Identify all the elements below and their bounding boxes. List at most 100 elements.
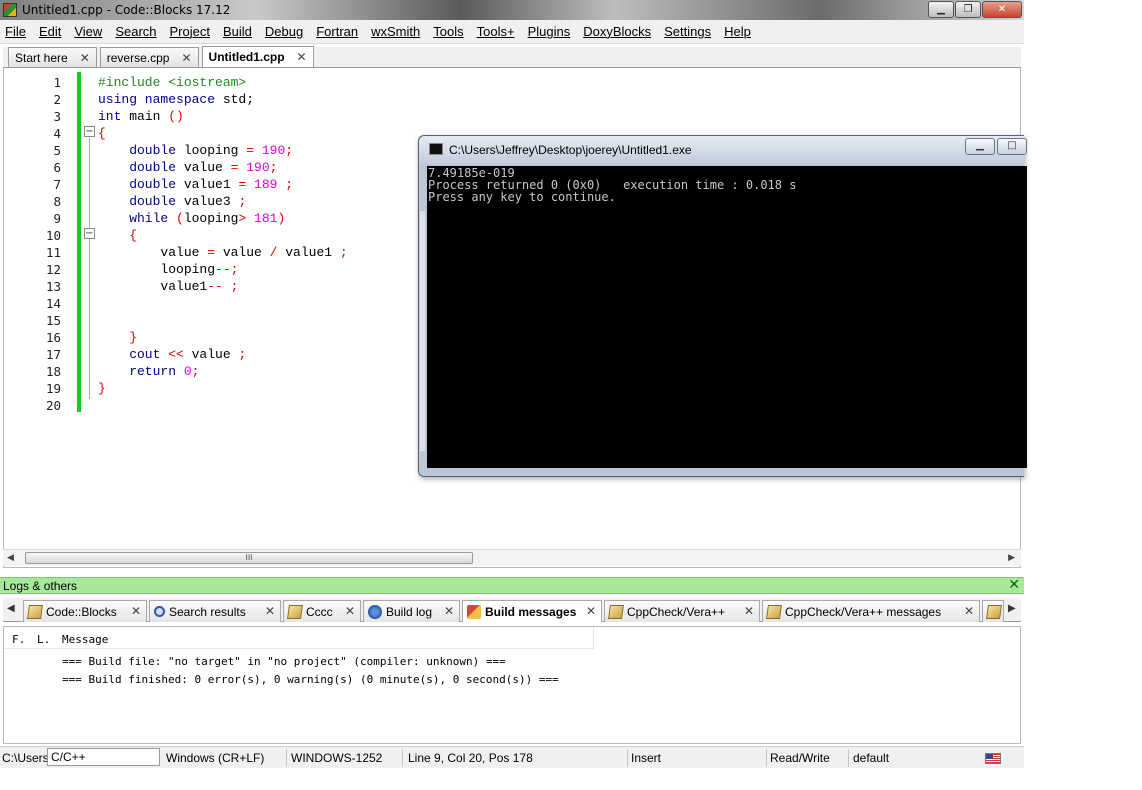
console-window-controls: ▁ □ [965,138,1027,155]
fold-collapse-icon[interactable]: − [84,228,95,239]
tab-close-icon[interactable]: ✕ [265,604,275,618]
code-line[interactable]: value = value / value1 ; [98,244,347,261]
code-line[interactable]: int main () [98,108,348,125]
log-tab-search-results[interactable]: Search results ✕ [149,600,281,622]
code-token: double [98,143,184,158]
code-line[interactable]: #include <iostream> [98,74,348,91]
tab-reverse-cpp[interactable]: reverse.cpp ✕ [99,47,199,67]
minimize-button[interactable]: ▁ [928,1,954,18]
gear-icon [368,604,382,619]
menu-search[interactable]: Search [115,24,156,39]
log-tab-cppcheck-vera[interactable]: CppCheck/Vera++ ✕ [604,600,760,622]
code-line[interactable]: while (looping> 181) [98,210,348,227]
fold-collapse-icon[interactable]: − [84,126,95,137]
code-line[interactable]: cout << value ; [98,346,348,363]
code-line[interactable]: double looping = 190; [98,142,348,159]
tab-start-here[interactable]: Start here ✕ [8,47,97,67]
menu-file[interactable]: File [5,24,26,39]
tab-close-icon[interactable]: ✕ [964,604,974,618]
log-tab-build-log[interactable]: Build log ✕ [363,600,460,622]
menu-debug[interactable]: Debug [265,24,303,39]
code-line[interactable]: double value1 = 189 ; [98,176,348,193]
tab-close-icon[interactable]: ✕ [744,604,754,618]
menu-fortran[interactable]: Fortran [316,24,358,39]
tab-close-icon[interactable]: ✕ [444,604,454,618]
keyboard-layout-flag-icon[interactable] [985,753,1001,764]
logs-close-icon[interactable]: ✕ [1008,577,1020,593]
menu-build[interactable]: Build [223,24,252,39]
code-line[interactable]: } [98,380,348,397]
code-line[interactable]: } [98,329,348,346]
tab-close-icon[interactable]: ✕ [586,604,596,618]
maximize-button[interactable]: ❐ [955,1,981,18]
line-number: 3 [53,109,61,124]
console-title-bar[interactable]: C:\Users\Jeffrey\Desktop\joerey\Untitled… [419,136,1027,164]
log-tab-build-messages[interactable]: Build messages ✕ [462,600,602,622]
scroll-right-icon[interactable]: ▶ [1008,553,1015,563]
close-button[interactable]: ✕ [982,1,1022,18]
code-line[interactable] [98,295,348,312]
code-line[interactable] [98,312,348,329]
menu-tools[interactable]: Tools [433,24,463,39]
console-output-area[interactable]: 7.49185e-019 Process returned 0 (0x0) ex… [427,166,1027,468]
code-line[interactable]: using namespace std; [98,91,348,108]
code-line[interactable]: double value3 ; [98,193,348,210]
code-token: 190 [261,143,286,158]
column-header-line[interactable]: L. [37,633,50,646]
line-number: 5 [53,143,61,158]
column-header-file[interactable]: F. [12,633,25,646]
code-line[interactable]: looping--; [98,261,348,278]
note-icon [608,604,624,619]
window-title: Untitled1.cpp - Code::Blocks 17.12 [22,3,231,17]
menu-help[interactable]: Help [724,24,751,39]
code-line[interactable]: double value = 190; [98,159,348,176]
language-selector[interactable]: C/C++ [47,748,160,766]
menu-view[interactable]: View [74,24,102,39]
tab-close-icon[interactable]: ✕ [80,51,90,65]
column-header-message[interactable]: Message [62,633,108,646]
tab-close-icon[interactable]: ✕ [297,50,307,64]
console-maximize-button[interactable]: □ [997,138,1027,155]
codeblocks-app-icon[interactable] [3,3,17,17]
log-tab-overflow[interactable] [982,600,1004,622]
tab-close-icon[interactable]: ✕ [181,51,191,65]
code-line[interactable]: { [98,125,348,142]
code-line[interactable]: { [98,227,348,244]
code-line[interactable] [98,397,348,414]
log-tab-codeblocks[interactable]: Code::Blocks ✕ [23,600,147,622]
log-message-row[interactable]: === Build file: "no target" in "no proje… [62,655,506,668]
scroll-left-icon[interactable]: ◀ [7,553,14,563]
line-number: 14 [45,296,61,311]
editor-horizontal-scrollbar[interactable]: ◀ III ▶ [3,549,1021,566]
code-token: double [98,177,184,192]
line-number: 11 [45,245,61,260]
tab-close-icon[interactable]: ✕ [345,604,355,618]
code-text[interactable]: #include <iostream> using namespace std; i… [98,74,348,414]
menu-plugins[interactable]: Plugins [528,24,571,39]
menu-doxyblocks[interactable]: DoxyBlocks [583,24,651,39]
menu-wxsmith[interactable]: wxSmith [371,24,420,39]
menu-settings[interactable]: Settings [664,24,711,39]
console-minimize-button[interactable]: ▁ [965,138,995,155]
log-tab-label: Search results [169,604,246,619]
status-line-endings: Windows (CR+LF) [166,751,265,765]
menu-edit[interactable]: Edit [39,24,61,39]
log-message-row[interactable]: === Build finished: 0 error(s), 0 warnin… [62,673,559,686]
menu-tools-plus[interactable]: Tools+ [477,24,515,39]
console-window[interactable]: C:\Users\Jeffrey\Desktop\joerey\Untitled… [418,135,1027,477]
menu-project[interactable]: Project [170,24,210,39]
tab-close-icon[interactable]: ✕ [131,604,141,618]
log-tab-cppcheck-vera-messages[interactable]: CppCheck/Vera++ messages ✕ [762,600,980,622]
logs-tabs-right-icon[interactable]: ▶ [1008,603,1016,614]
code-token: / [269,245,286,260]
logs-panel-title: Logs & others [3,579,78,593]
scrollbar-thumb[interactable]: III [25,552,473,564]
code-line[interactable]: return 0; [98,363,348,380]
code-token: ; [238,194,247,209]
code-line[interactable]: value1-- ; [98,278,348,295]
tab-untitled1-cpp[interactable]: Untitled1.cpp ✕ [201,46,314,67]
logs-tabs-left-icon[interactable]: ◀ [7,603,15,614]
build-messages-list[interactable]: F. L. Message === Build file: "no target… [3,626,1021,744]
log-tab-cccc[interactable]: Cccc ✕ [283,600,361,622]
title-bar: Untitled1.cpp - Code::Blocks 17.12 ▁ ❐ ✕ [0,0,1024,20]
